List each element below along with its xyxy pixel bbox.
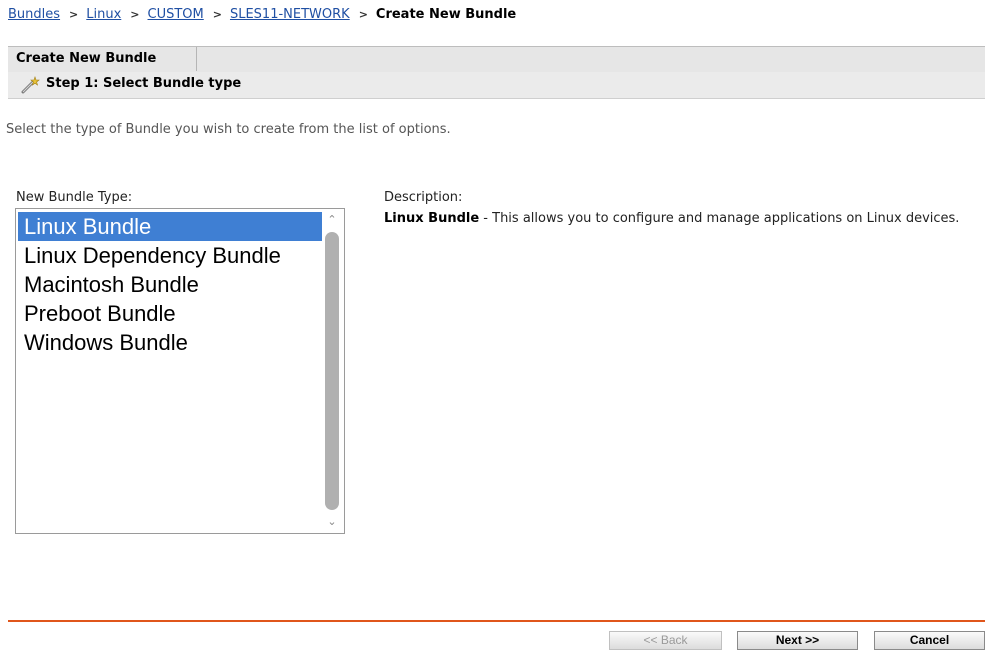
tab-create-new-bundle[interactable]: Create New Bundle [8,47,197,71]
cancel-button[interactable]: Cancel [874,631,985,650]
listbox-scrollbar[interactable]: ⌃ ⌄ [323,212,341,530]
bundle-type-option-windows[interactable]: Windows Bundle [18,328,322,357]
description-text: Linux Bundle - This allows you to config… [384,210,984,228]
scrollbar-thumb[interactable] [325,232,339,510]
breadcrumb-bundles-link[interactable]: Bundles [8,7,60,22]
description-title: Linux Bundle [384,211,480,226]
scroll-up-arrow-icon[interactable]: ⌃ [326,214,338,226]
breadcrumb-separator: > [358,8,368,21]
breadcrumb-current: Create New Bundle [375,7,517,22]
breadcrumb-separator: > [212,8,222,21]
next-button[interactable]: Next >> [737,631,858,650]
wizard-wand-icon [20,76,40,94]
breadcrumb-custom-link[interactable]: CUSTOM [148,7,204,22]
back-button[interactable]: << Back [609,631,722,650]
description-label: Description: [384,190,463,205]
intro-text: Select the type of Bundle you wish to cr… [6,122,451,137]
breadcrumb-separator: > [130,8,140,21]
step-header: Step 1: Select Bundle type [8,72,985,99]
bundle-type-listbox[interactable]: Linux Bundle Linux Dependency Bundle Mac… [15,208,345,534]
breadcrumb-linux-link[interactable]: Linux [86,7,121,22]
bundle-type-option-macintosh[interactable]: Macintosh Bundle [18,270,322,299]
step-title: Step 1: Select Bundle type [46,76,242,91]
bundle-type-option-preboot[interactable]: Preboot Bundle [18,299,322,328]
scroll-down-arrow-icon[interactable]: ⌄ [326,516,338,528]
breadcrumb-sles11-network-link[interactable]: SLES11-NETWORK [230,7,350,22]
breadcrumb-separator: > [69,8,79,21]
bundle-type-option-linux-dependency[interactable]: Linux Dependency Bundle [18,241,322,270]
description-body: - This allows you to configure and manag… [479,211,960,226]
bundle-type-label: New Bundle Type: [16,190,133,205]
breadcrumb: Bundles > Linux > CUSTOM > SLES11-NETWORK > Crea… [8,7,516,22]
tab-bar: Create New Bundle [8,46,985,73]
footer-divider [8,620,985,622]
bundle-type-option-linux[interactable]: Linux Bundle [18,212,322,241]
